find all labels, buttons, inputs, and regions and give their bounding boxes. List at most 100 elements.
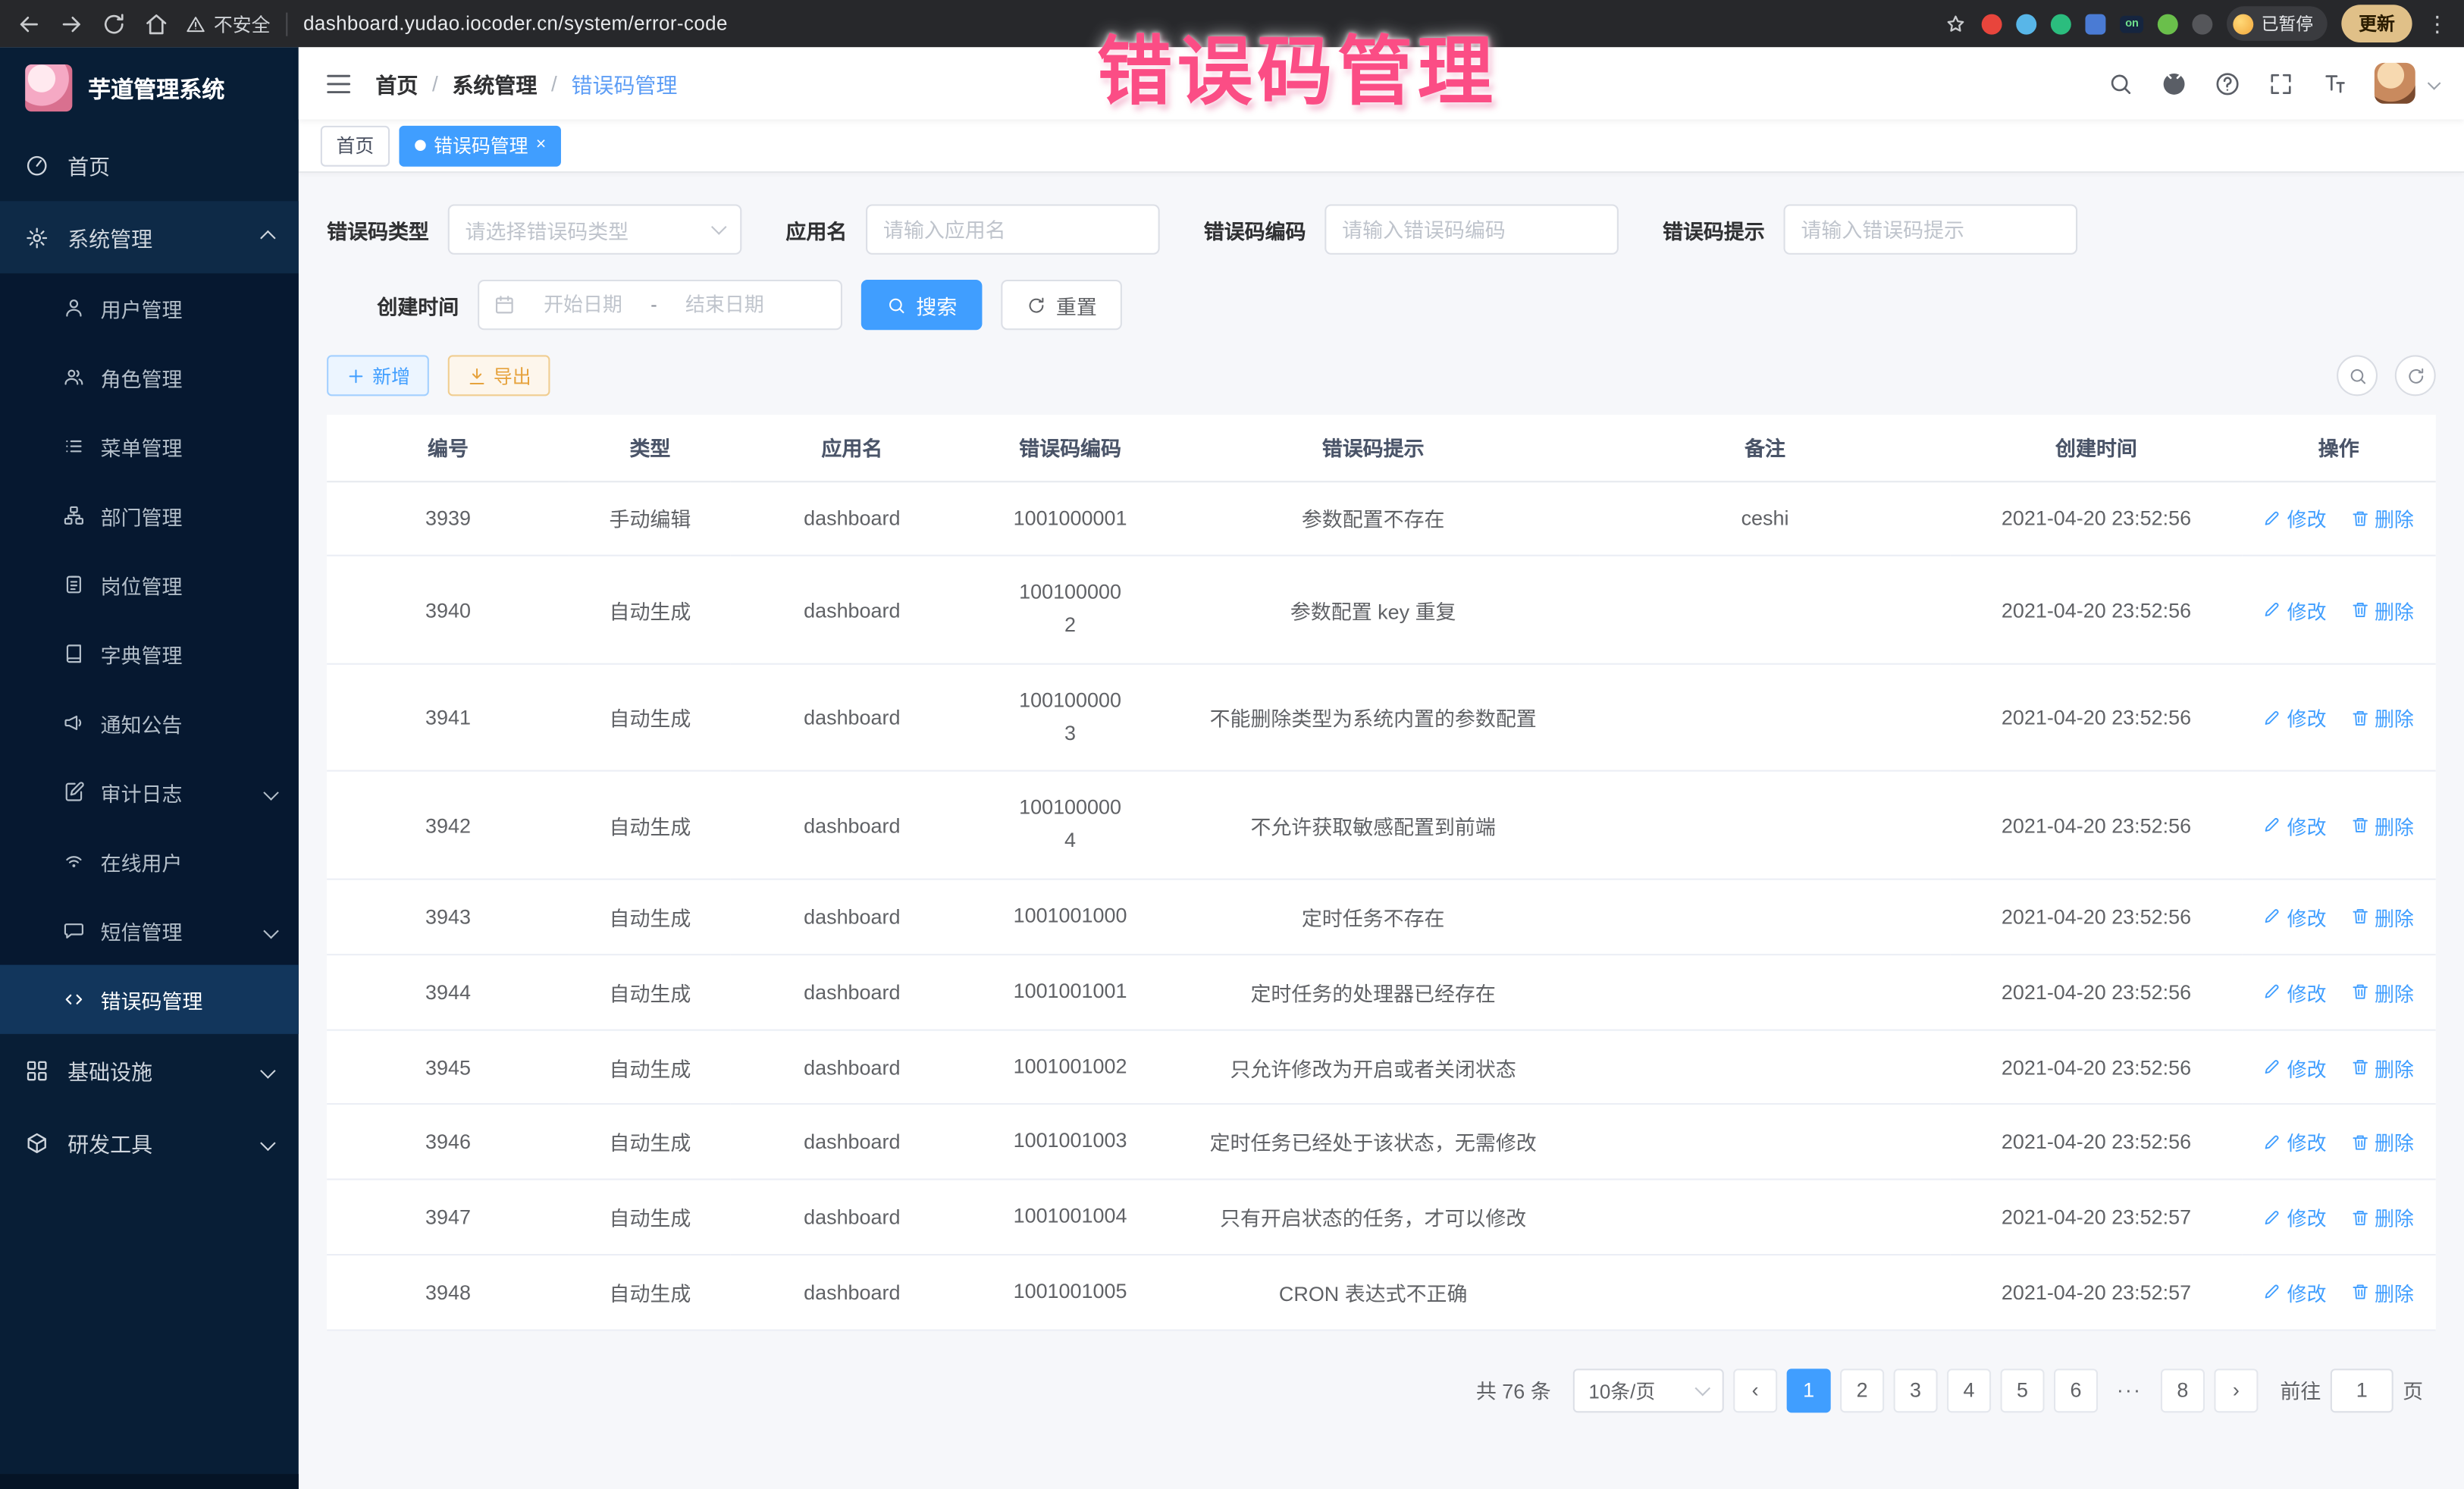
edit-link[interactable]: 修改 [2264, 1052, 2327, 1082]
delete-link[interactable]: 删除 [2351, 902, 2414, 932]
extension-blue-drop-icon[interactable] [2017, 14, 2037, 34]
tag-close-icon[interactable]: × [536, 136, 546, 154]
edit-link[interactable]: 修改 [2264, 1127, 2327, 1157]
next-page-button[interactable]: › [2214, 1368, 2258, 1412]
page-button-5[interactable]: 5 [2000, 1368, 2044, 1412]
toggle-search-button[interactable] [2337, 355, 2378, 396]
forward-icon[interactable] [58, 10, 85, 36]
page-button-3[interactable]: 3 [1894, 1368, 1938, 1412]
sidebar-item-notice[interactable]: 通知公告 [0, 688, 299, 757]
security-chip[interactable]: 不安全 [186, 10, 271, 36]
sidebar-item-online-users[interactable]: 在线用户 [0, 826, 299, 895]
edit-link[interactable]: 修改 [2264, 503, 2327, 533]
delete-link[interactable]: 删除 [2351, 1202, 2414, 1232]
error-code-input[interactable] [1342, 218, 1601, 241]
filter-row-1: 错误码类型 请选择错误码类型 应用名 错误码编码 [327, 204, 2436, 254]
delete-link[interactable]: 删除 [2351, 810, 2414, 840]
sidebar-item-system[interactable]: 系统管理 [0, 201, 299, 273]
fullscreen-icon[interactable] [2268, 70, 2294, 96]
export-button[interactable]: 导出 [448, 355, 550, 396]
sidebar-collapse-bar[interactable] [0, 1474, 299, 1489]
sidebar-item-audit-log[interactable]: 审计日志 [0, 757, 299, 826]
trash-icon [2351, 816, 2370, 835]
delete-link[interactable]: 删除 [2351, 703, 2414, 732]
cube-icon [25, 1130, 49, 1154]
browser-menu-icon[interactable]: ⋮ [2426, 10, 2448, 36]
back-icon[interactable] [16, 10, 42, 36]
chrome-update-button[interactable]: 更新 [2341, 5, 2412, 42]
sidebar-item-dict-mgmt[interactable]: 字典管理 [0, 619, 299, 688]
sidebar-item-devtools[interactable]: 研发工具 [0, 1106, 299, 1178]
sidebar-item-post-mgmt[interactable]: 岗位管理 [0, 550, 299, 619]
add-button[interactable]: 新增 [327, 355, 429, 396]
sidebar-item-user-mgmt[interactable]: 用户管理 [0, 274, 299, 343]
start-date-input[interactable] [525, 294, 641, 316]
search-icon[interactable] [2107, 70, 2133, 96]
breadcrumb-system[interactable]: 系统管理 [452, 67, 537, 99]
extension-blue-grid-icon[interactable] [2086, 14, 2106, 34]
edit-link[interactable]: 修改 [2264, 1202, 2327, 1232]
tag-home[interactable]: 首页 [321, 125, 390, 166]
github-icon[interactable] [2161, 70, 2187, 96]
refresh-table-button[interactable] [2395, 355, 2436, 396]
edit-link[interactable]: 修改 [2264, 977, 2327, 1007]
hamburger-icon[interactable] [324, 68, 353, 98]
page-button-6[interactable]: 6 [2054, 1368, 2098, 1412]
sidebar-item-error-code[interactable]: 错误码管理 [0, 965, 299, 1034]
bookmark-star-icon[interactable] [1945, 12, 1968, 36]
sidebar-item-sms-mgmt[interactable]: 短信管理 [0, 895, 299, 964]
extension-on-badge-icon[interactable]: on [2121, 15, 2143, 33]
page-size-select[interactable]: 10条/页 [1573, 1368, 1724, 1412]
user-avatar[interactable] [2375, 63, 2415, 104]
extension-green-circle-icon[interactable] [2052, 14, 2072, 34]
edit-link[interactable]: 修改 [2264, 703, 2327, 732]
avatar-caret-icon[interactable] [2428, 77, 2441, 90]
tag-error-code[interactable]: 错误码管理 × [399, 125, 561, 166]
sidebar-item-role-mgmt[interactable]: 角色管理 [0, 343, 299, 412]
prev-page-button[interactable]: ‹ [1733, 1368, 1777, 1412]
cell-type: 自动生成 [569, 1105, 731, 1180]
address-url[interactable]: dashboard.yudao.iocoder.cn/system/error-… [303, 13, 728, 35]
filter-time-label: 创建时间 [327, 290, 459, 319]
error-type-select[interactable]: 请选择错误码类型 [448, 204, 742, 254]
breadcrumb-home[interactable]: 首页 [375, 67, 418, 99]
delete-link[interactable]: 删除 [2351, 503, 2414, 533]
app-name-input[interactable] [883, 218, 1143, 241]
font-size-icon[interactable] [2321, 70, 2347, 96]
page-button-2[interactable]: 2 [1840, 1368, 1884, 1412]
profile-paused-chip[interactable]: 已暂停 [2227, 6, 2328, 41]
more-pages-icon[interactable]: ··· [2107, 1368, 2151, 1412]
reset-button[interactable]: 重置 [1001, 280, 1122, 330]
refresh-icon [2405, 365, 2425, 386]
sidebar-item-dept-mgmt[interactable]: 部门管理 [0, 481, 299, 550]
page-button-8[interactable]: 8 [2161, 1368, 2205, 1412]
sidebar-item-infra[interactable]: 基础设施 [0, 1034, 299, 1106]
edit-link[interactable]: 修改 [2264, 810, 2327, 840]
home-icon[interactable] [143, 10, 170, 36]
page-button-4[interactable]: 4 [1947, 1368, 1991, 1412]
edit-link[interactable]: 修改 [2264, 1277, 2327, 1307]
page-button-1[interactable]: 1 [1787, 1368, 1831, 1412]
delete-link[interactable]: 删除 [2351, 1277, 2414, 1307]
edit-link[interactable]: 修改 [2264, 902, 2327, 932]
date-range-picker[interactable]: - [478, 280, 842, 330]
sidebar-item-menu-mgmt[interactable]: 菜单管理 [0, 412, 299, 481]
delete-link[interactable]: 删除 [2351, 977, 2414, 1007]
screenshot-root: 不安全 dashboard.yudao.iocoder.cn/system/er… [0, 0, 2464, 1489]
delete-link[interactable]: 删除 [2351, 595, 2414, 625]
reload-icon[interactable] [101, 10, 127, 36]
extension-paw-icon[interactable] [2192, 14, 2212, 34]
end-date-input[interactable] [666, 294, 782, 316]
app-logo[interactable]: 芋道管理系统 [0, 47, 299, 129]
edit-link[interactable]: 修改 [2264, 595, 2327, 625]
search-button[interactable]: 搜索 [861, 280, 983, 330]
grid-icon [25, 1058, 49, 1082]
delete-link[interactable]: 删除 [2351, 1052, 2414, 1082]
error-msg-input[interactable] [1801, 218, 2060, 241]
extension-leaf-icon[interactable] [2158, 14, 2178, 34]
goto-page-input[interactable] [2331, 1368, 2393, 1412]
sidebar-item-home[interactable]: 首页 [0, 129, 299, 201]
extension-red-icon[interactable] [1983, 14, 2003, 34]
help-icon[interactable] [2214, 70, 2240, 96]
delete-link[interactable]: 删除 [2351, 1127, 2414, 1157]
